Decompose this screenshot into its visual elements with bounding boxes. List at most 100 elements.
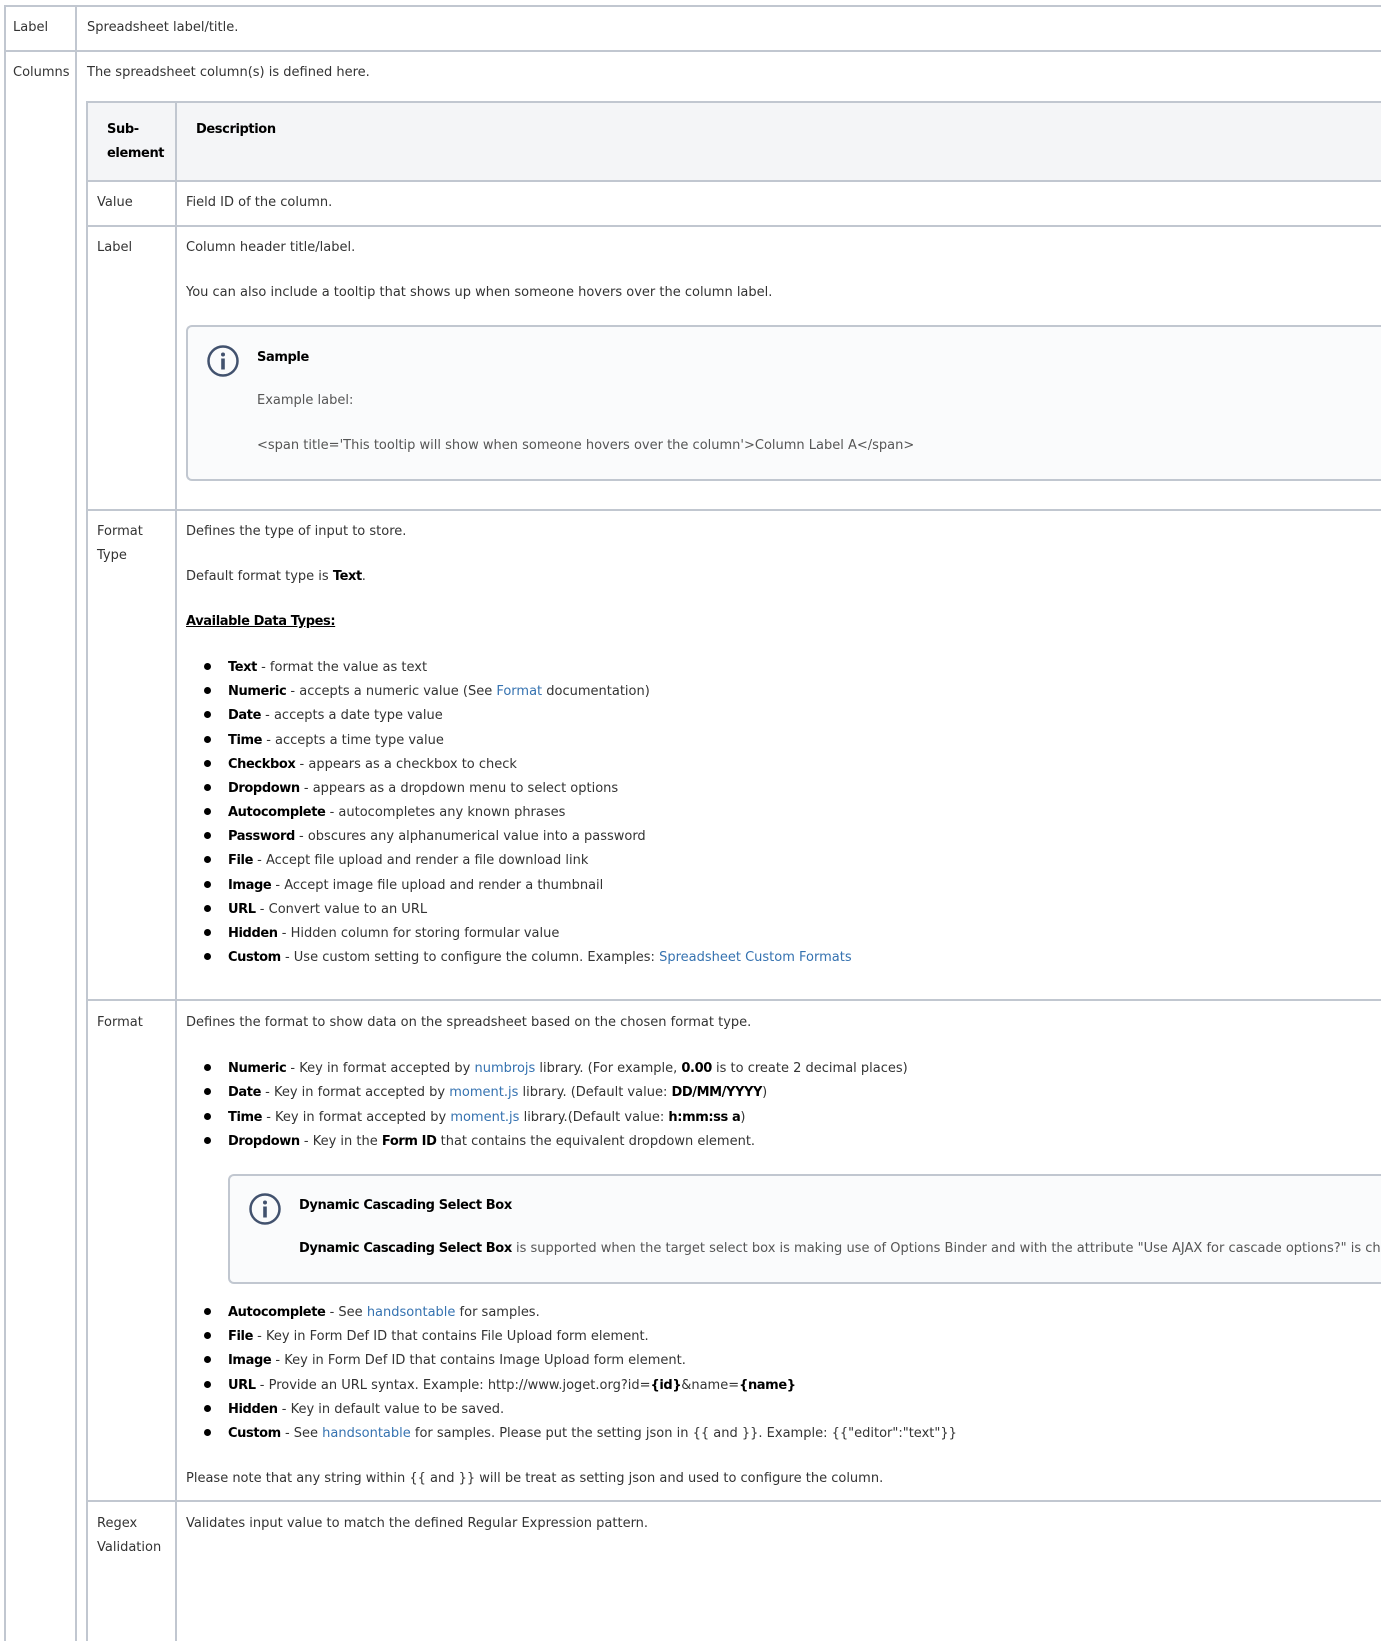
format-row-note: Please note that any string within {{ an…	[186, 1471, 884, 1486]
list-item-text: for samples.	[455, 1305, 540, 1320]
list-item-text: )	[740, 1109, 746, 1125]
list-item-name: Hidden	[228, 1401, 278, 1417]
header-sub-element-l2: element	[107, 146, 165, 161]
list-item-name: Date	[228, 708, 261, 724]
bullet-icon	[204, 1088, 211, 1096]
bullet-icon	[204, 1429, 211, 1436]
list-item-text: library. (For example,	[535, 1061, 682, 1076]
label-row-desc2: You can also include a tooltip that show…	[186, 285, 773, 300]
list-item-text: &name=	[681, 1377, 740, 1393]
inner-row-divider-3	[86, 509, 1381, 511]
list-item-text: - appears as a checkbox to check	[295, 756, 517, 772]
list-item-bold: 0.00	[681, 1061, 712, 1076]
list-item: Time - Key in format accepted by moment.…	[228, 1108, 745, 1128]
list-item-text: - See	[280, 1426, 323, 1441]
bullet-icon	[204, 1380, 211, 1388]
list-item-name: Numeric	[228, 684, 287, 700]
list-item-text: for samples. Please put the setting json…	[410, 1426, 957, 1441]
bullet-icon	[204, 832, 211, 840]
list-item-bold: DD/MM/YYYY	[671, 1085, 763, 1101]
list-item: Hidden - Key in default value to be save…	[228, 1400, 504, 1420]
outer-table-row-divider	[4, 50, 1381, 52]
outer-table-col-divider	[75, 5, 77, 1641]
format-type-desc2-post: .	[361, 569, 366, 584]
bullet-icon	[204, 663, 211, 670]
regex-row-name-l1: Regex	[97, 1516, 138, 1531]
bullet-icon	[204, 1332, 211, 1340]
list-item: Image - Key in Form Def ID that contains…	[228, 1351, 686, 1371]
list-item: Text - format the value as text	[228, 658, 427, 678]
list-item-text: - Hidden column for storing formular val…	[277, 925, 560, 941]
cascading-panel-text: Dynamic Cascading Select Box is supporte…	[299, 1239, 1381, 1259]
list-item-link[interactable]: handsontable	[367, 1305, 456, 1320]
list-item: Autocomplete - autocompletes any known p…	[228, 803, 565, 823]
bullet-icon	[204, 687, 211, 695]
list-item-name: File	[228, 853, 254, 869]
inner-table-top-border	[86, 101, 1381, 103]
list-item-link[interactable]: moment.js	[449, 1085, 518, 1100]
format-type-desc1: Defines the type of input to store.	[186, 524, 407, 539]
list-item-text: that contains the equivalent dropdown el…	[436, 1133, 756, 1149]
available-data-types-title: Available Data Types:	[186, 614, 336, 629]
list-item-text: - Key in format accepted by	[261, 1085, 450, 1101]
list-item-text: - Provide an URL syntax. Example: http:/…	[255, 1377, 651, 1393]
list-item-text: - Key in the	[299, 1133, 382, 1149]
list-item-text: - Convert value to an URL	[255, 901, 428, 917]
list-item-text: - Accept image file upload and render a …	[271, 877, 604, 893]
list-item-text: - Key in Form Def ID that contains Image…	[271, 1353, 686, 1369]
list-item-name: Hidden	[228, 925, 278, 941]
format-row-name: Format	[97, 1015, 143, 1030]
list-item-name: Time	[228, 1109, 263, 1125]
list-item-link[interactable]: handsontable	[322, 1426, 411, 1441]
outer-row-label-name: Label	[13, 20, 49, 35]
bullet-icon	[204, 711, 211, 719]
list-item: Dropdown - Key in the Form ID that conta…	[228, 1132, 755, 1152]
list-item-name: Image	[228, 1353, 272, 1369]
outer-row-columns-name: Columns	[13, 65, 70, 80]
inner-row-divider-5	[86, 1500, 1381, 1502]
list-item-name: Password	[228, 829, 295, 845]
header-sub-element-l1: Sub-	[107, 122, 139, 137]
list-item-text: - accepts a time type value	[262, 732, 444, 748]
list-item-link[interactable]: numbrojs	[475, 1061, 536, 1076]
list-item-link[interactable]: moment.js	[450, 1110, 519, 1125]
list-item-name: Checkbox	[228, 756, 296, 772]
list-item: Numeric - accepts a numeric value (See F…	[228, 682, 650, 702]
list-item-text: - accepts a numeric value (See	[286, 684, 497, 700]
bullet-icon	[204, 735, 211, 743]
outer-row-columns-desc: The spreadsheet column(s) is defined her…	[87, 65, 370, 80]
list-item: Numeric - Key in format accepted by numb…	[228, 1059, 908, 1079]
bullet-icon	[204, 1356, 211, 1364]
list-item-name: Date	[228, 1085, 261, 1101]
list-item: Autocomplete - See handsontable for samp…	[228, 1303, 540, 1323]
bullet-icon	[204, 1308, 211, 1315]
bullet-icon	[204, 904, 211, 912]
regex-row-desc: Validates input value to match the defin…	[186, 1516, 649, 1531]
list-item-name: File	[228, 1329, 254, 1345]
list-item-text: - See	[325, 1305, 367, 1320]
inner-row-divider-4	[86, 999, 1381, 1001]
list-item: Hidden - Hidden column for storing formu…	[228, 924, 559, 944]
list-item-link[interactable]: Spreadsheet Custom Formats	[659, 950, 852, 965]
list-item-bold: {name}	[739, 1377, 796, 1393]
bullet-icon	[204, 1404, 211, 1412]
list-item-link[interactable]: Format	[496, 684, 542, 699]
outer-table-left-border	[4, 5, 6, 1641]
list-item-text: - format the value as text	[256, 660, 428, 675]
list-item: Time - accepts a time type value	[228, 731, 444, 751]
list-item-text: library.(Default value:	[519, 1109, 669, 1125]
list-item-text: is to create 2 decimal places)	[711, 1061, 908, 1076]
list-item-name: URL	[228, 1377, 256, 1393]
format-type-desc2: Default format type is Text.	[186, 567, 366, 587]
list-item: File - Key in Form Def ID that contains …	[228, 1327, 649, 1347]
list-item-text: - autocompletes any known phrases	[325, 805, 566, 821]
cascading-panel-title: Dynamic Cascading Select Box	[299, 1198, 512, 1213]
list-item-text: )	[762, 1085, 768, 1101]
value-row-desc: Field ID of the column.	[186, 195, 333, 210]
info-icon	[249, 1193, 281, 1225]
list-item-name: Custom	[228, 950, 281, 966]
list-item-name: Custom	[228, 1426, 281, 1441]
list-item-name: Dropdown	[228, 780, 300, 796]
list-item: Custom - See handsontable for samples. P…	[228, 1424, 957, 1444]
list-item: Password - obscures any alphanumerical v…	[228, 827, 646, 847]
